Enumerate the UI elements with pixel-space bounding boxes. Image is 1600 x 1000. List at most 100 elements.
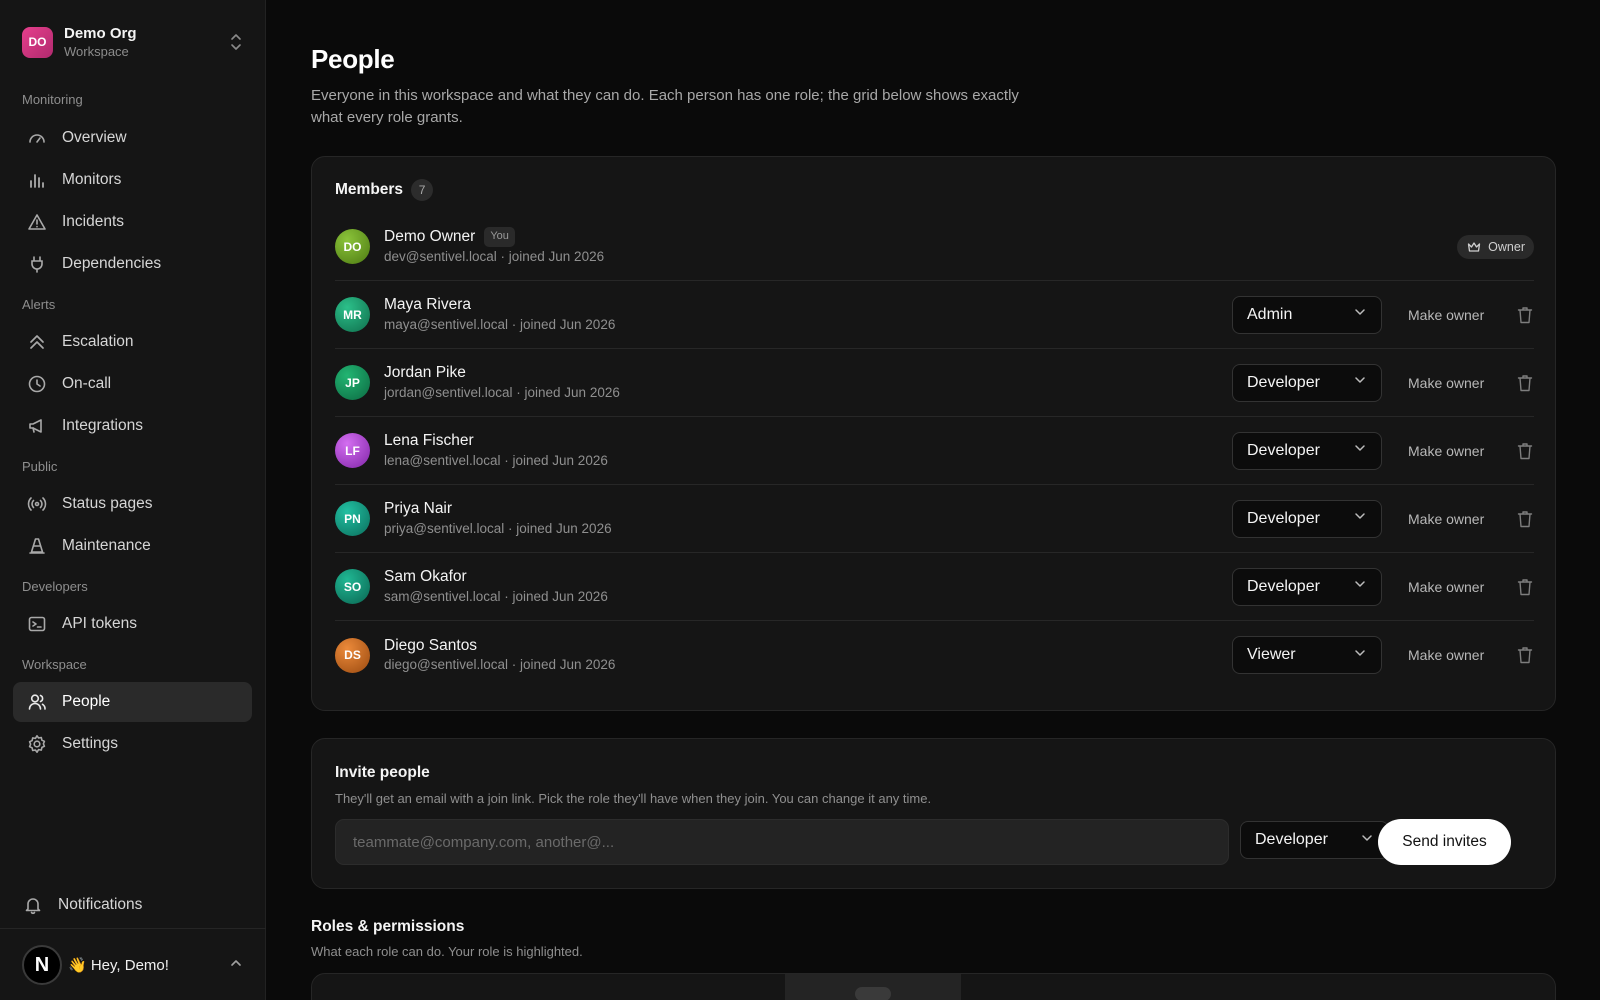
member-name: Demo Owner: [384, 228, 476, 246]
nav-item-overview[interactable]: Overview: [13, 118, 252, 158]
avatar: JP: [335, 365, 370, 400]
member-row: SO Sam Okafor sam@sentivel.local · joine…: [335, 553, 1534, 621]
member-row: DO Demo Owner You dev@sentivel.local · j…: [335, 213, 1534, 281]
org-switcher[interactable]: DO Demo Org Workspace: [22, 24, 244, 60]
user-menu[interactable]: N 👋 Hey, Demo!: [22, 940, 244, 990]
chevron-down-icon: [1353, 646, 1367, 665]
chevron-up-icon: [228, 955, 244, 976]
send-invites-button[interactable]: Send invites: [1378, 819, 1511, 865]
users-icon: [27, 692, 47, 712]
make-owner-button[interactable]: Make owner: [1408, 579, 1485, 595]
make-owner-button[interactable]: Make owner: [1408, 647, 1485, 663]
nav-item-people[interactable]: People: [13, 682, 252, 722]
member-name: Priya Nair: [384, 500, 453, 518]
members-title: Members: [335, 181, 404, 198]
member-name: Lena Fischer: [384, 432, 474, 450]
nav-item-status-pages[interactable]: Status pages: [13, 484, 252, 524]
member-meta: dev@sentivel.local · joined Jun 2026: [384, 248, 605, 264]
org-subtitle: Workspace: [64, 43, 129, 59]
make-owner-button[interactable]: Make owner: [1408, 511, 1485, 527]
nav-label: Escalation: [62, 333, 134, 350]
invite-title: Invite people: [335, 764, 430, 781]
nav-item-escalation[interactable]: Escalation: [13, 322, 252, 362]
chevron-down-icon: [1353, 373, 1367, 392]
member-meta: maya@sentivel.local · joined Jun 2026: [384, 316, 616, 332]
chevrons-up-down-icon: [228, 32, 244, 52]
user-avatar: N: [22, 945, 62, 985]
member-row: MR Maya Rivera maya@sentivel.local · joi…: [335, 281, 1534, 349]
bell-icon: [23, 895, 43, 915]
avatar: LF: [335, 433, 370, 468]
nav-item-settings[interactable]: Settings: [13, 724, 252, 764]
nav-section-public: Public: [22, 459, 58, 474]
roles-description: What each role can do. Your role is high…: [311, 944, 583, 959]
traffic-cone-icon: [27, 536, 47, 556]
role-select-value: Developer: [1247, 441, 1320, 459]
nav-label: People: [62, 693, 111, 710]
roles-title: Roles & permissions: [311, 918, 465, 935]
trash-icon[interactable]: [1516, 305, 1534, 325]
member-name: Sam Okafor: [384, 568, 467, 586]
make-owner-button[interactable]: Make owner: [1408, 375, 1485, 391]
member-name: Jordan Pike: [384, 364, 466, 382]
member-row: DS Diego Santos diego@sentivel.local · j…: [335, 621, 1534, 689]
nav-item-maintenance[interactable]: Maintenance: [13, 526, 252, 566]
org-name: Demo Org: [64, 24, 137, 42]
trash-icon[interactable]: [1516, 373, 1534, 393]
invite-role-select[interactable]: Developer: [1240, 821, 1389, 859]
nav-label: Notifications: [58, 896, 143, 913]
role-select[interactable]: Viewer: [1232, 636, 1382, 674]
member-meta: sam@sentivel.local · joined Jun 2026: [384, 588, 608, 604]
owner-badge: Owner: [1457, 234, 1534, 259]
user-greeting: 👋 Hey, Demo!: [68, 957, 169, 974]
invite-description: They'll get an email with a join link. P…: [335, 791, 932, 806]
members-count-badge: 7: [411, 179, 434, 201]
nav-item-notifications[interactable]: Notifications: [9, 885, 248, 925]
nav-label: Monitors: [62, 171, 122, 188]
nav-section-alerts: Alerts: [22, 297, 56, 312]
org-avatar: DO: [22, 26, 53, 58]
role-select[interactable]: Developer: [1232, 431, 1382, 470]
nav-item-integrations[interactable]: Integrations: [13, 406, 252, 446]
role-select-value: Developer: [1247, 577, 1320, 595]
invite-email-input[interactable]: [335, 819, 1229, 865]
chevron-down-icon: [1353, 305, 1367, 324]
role-select-value: Developer: [1255, 831, 1328, 848]
avatar: MR: [335, 297, 370, 332]
sidebar: DO Demo Org Workspace Monitoring Overvie…: [0, 0, 266, 1000]
gauge-icon: [27, 128, 47, 148]
chevron-down-icon: [1353, 509, 1367, 528]
make-owner-button[interactable]: Make owner: [1408, 443, 1485, 459]
member-meta: jordan@sentivel.local · joined Jun 2026: [384, 384, 620, 400]
broadcast-icon: [27, 494, 47, 514]
nav-item-on-call[interactable]: On-call: [13, 364, 252, 404]
trash-icon[interactable]: [1516, 577, 1534, 597]
nav-item-incidents[interactable]: Incidents: [13, 202, 252, 242]
trash-icon[interactable]: [1516, 509, 1534, 529]
member-row: LF Lena Fischer lena@sentivel.local · jo…: [335, 417, 1534, 485]
avatar: DO: [335, 229, 370, 264]
page-description: Everyone in this workspace and what they…: [311, 87, 1019, 126]
nav-section-developers: Developers: [22, 579, 88, 594]
trash-icon[interactable]: [1516, 441, 1534, 461]
member-row: JP Jordan Pike jordan@sentivel.local · j…: [335, 349, 1534, 417]
nav-label: Overview: [62, 129, 127, 146]
role-select-value: Developer: [1247, 373, 1320, 391]
member-name: Diego Santos: [384, 636, 478, 654]
nav-label: Status pages: [62, 495, 153, 512]
role-select[interactable]: Admin: [1232, 295, 1382, 334]
members-card: Members 7 DO Demo Owner You dev@sentivel…: [311, 156, 1556, 711]
nav-item-dependencies[interactable]: Dependencies: [13, 244, 252, 284]
trash-icon[interactable]: [1516, 645, 1534, 665]
member-meta: diego@sentivel.local · joined Jun 2026: [384, 657, 616, 673]
role-select[interactable]: Developer: [1232, 499, 1382, 538]
make-owner-button[interactable]: Make owner: [1408, 307, 1485, 323]
role-header-pill: [855, 987, 891, 1000]
role-select[interactable]: Developer: [1232, 567, 1382, 606]
nav-item-monitors[interactable]: Monitors: [13, 160, 252, 200]
plug-icon: [27, 254, 47, 274]
avatar: DS: [335, 637, 370, 673]
nav-item-api-tokens[interactable]: API tokens: [13, 604, 252, 644]
member-name: Maya Rivera: [384, 296, 471, 314]
role-select[interactable]: Developer: [1232, 363, 1382, 402]
